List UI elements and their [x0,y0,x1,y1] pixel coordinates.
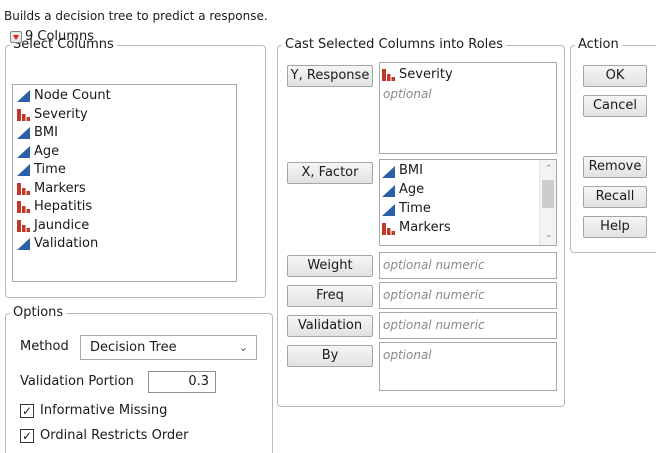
freq-placeholder: optional numeric [383,288,485,302]
list-item[interactable]: Age [380,181,556,200]
by-field[interactable]: optional [379,342,557,391]
nominal-icon [17,219,30,232]
scroll-thumb[interactable] [542,180,554,208]
nominal-icon [382,69,395,82]
scroll-down-icon[interactable]: ⌄ [545,231,553,240]
column-list[interactable]: Node Count Severity BMI Age Time Markers… [12,84,237,282]
validation-placeholder: optional numeric [383,318,485,332]
column-name: BMI [34,125,58,140]
column-menu-arrow-icon[interactable] [10,30,22,43]
informative-missing-option[interactable]: ✓ Informative Missing [20,403,167,418]
options-title: Options [10,305,67,321]
weight-field[interactable]: optional numeric [379,252,557,279]
continuous-icon [382,203,395,216]
validation-portion-label: Validation Portion [20,374,134,389]
x-factor-button[interactable]: X, Factor [287,162,373,184]
informative-missing-checkbox[interactable]: ✓ [20,403,34,418]
column-name: Node Count [34,88,111,103]
y-response-placeholder: optional [383,86,432,101]
weight-button[interactable]: Weight [287,255,373,277]
recall-button[interactable]: Recall [583,186,647,208]
action-title: Action [575,37,622,53]
cast-roles-title: Cast Selected Columns into Roles [282,37,507,53]
column-name: Severity [399,67,453,82]
dialog-description: Builds a decision tree to predict a resp… [4,9,268,23]
column-name: Markers [34,180,86,196]
column-name: Age [34,143,60,159]
ordinal-restricts-label: Ordinal Restricts Order [40,428,189,443]
continuous-icon [382,165,395,178]
freq-button[interactable]: Freq [287,285,373,307]
list-item[interactable]: Node Count [13,87,236,106]
validation-portion-input[interactable]: 0.3 [148,371,216,393]
column-name: Markers [399,220,451,236]
scroll-up-icon[interactable]: ⌃ [545,165,553,174]
ordinal-restricts-checkbox[interactable]: ✓ [20,428,34,443]
list-item[interactable]: Severity [380,66,556,85]
ordinal-restricts-option[interactable]: ✓ Ordinal Restricts Order [20,428,189,443]
continuous-icon [17,145,30,158]
continuous-icon [17,238,30,251]
column-name: BMI [399,163,423,179]
cancel-button[interactable]: Cancel [583,95,647,117]
method-value: Decision Tree [90,340,177,355]
ok-button[interactable]: OK [583,65,647,87]
nominal-icon [17,182,30,195]
list-item[interactable]: Markers [380,219,556,238]
column-name: Hepatitis [34,199,93,214]
x-factor-scrollbar[interactable]: ⌃ ⌄ [539,160,556,245]
list-item[interactable]: Severity [13,106,236,125]
list-item[interactable]: Hepatitis [13,198,236,217]
column-count-label: 9 Columns [25,29,94,44]
list-item[interactable]: Jaundice [13,217,236,236]
help-button[interactable]: Help [583,216,647,238]
continuous-icon [17,164,30,177]
nominal-icon [382,222,395,235]
list-item[interactable]: Age [13,143,236,162]
list-item[interactable]: Validation [13,235,236,254]
y-response-list[interactable]: Severity optional [379,62,557,154]
continuous-icon [382,184,395,197]
chevron-down-icon: ⌄ [238,341,248,354]
method-label: Method [20,339,69,354]
y-response-button[interactable]: Y, Response [287,65,373,87]
column-name: Time [399,201,431,217]
validation-field[interactable]: optional numeric [379,312,557,339]
column-name: Validation [34,236,99,251]
list-item[interactable]: BMI [13,124,236,143]
method-select[interactable]: Decision Tree ⌄ [80,335,257,360]
nominal-icon [17,201,30,214]
x-factor-list[interactable]: BMI Age Time Markers ⌃ ⌄ [379,159,557,246]
list-item[interactable]: Time [380,200,556,219]
column-name: Severity [34,106,88,122]
column-name: Time [34,162,66,177]
freq-field[interactable]: optional numeric [379,282,557,309]
continuous-icon [17,90,30,103]
by-button[interactable]: By [287,345,373,367]
nominal-icon [17,108,30,121]
continuous-icon [17,127,30,140]
column-name: Age [399,182,425,198]
list-item[interactable]: Time [13,161,236,180]
validation-button[interactable]: Validation [287,315,373,337]
informative-missing-label: Informative Missing [40,403,168,418]
weight-placeholder: optional numeric [383,258,485,272]
list-item[interactable]: Markers [13,180,236,199]
column-count: 9 Columns [10,29,94,44]
remove-button[interactable]: Remove [583,156,647,178]
by-placeholder: optional [383,348,432,362]
column-name: Jaundice [34,217,90,233]
list-item[interactable]: BMI [380,162,556,181]
